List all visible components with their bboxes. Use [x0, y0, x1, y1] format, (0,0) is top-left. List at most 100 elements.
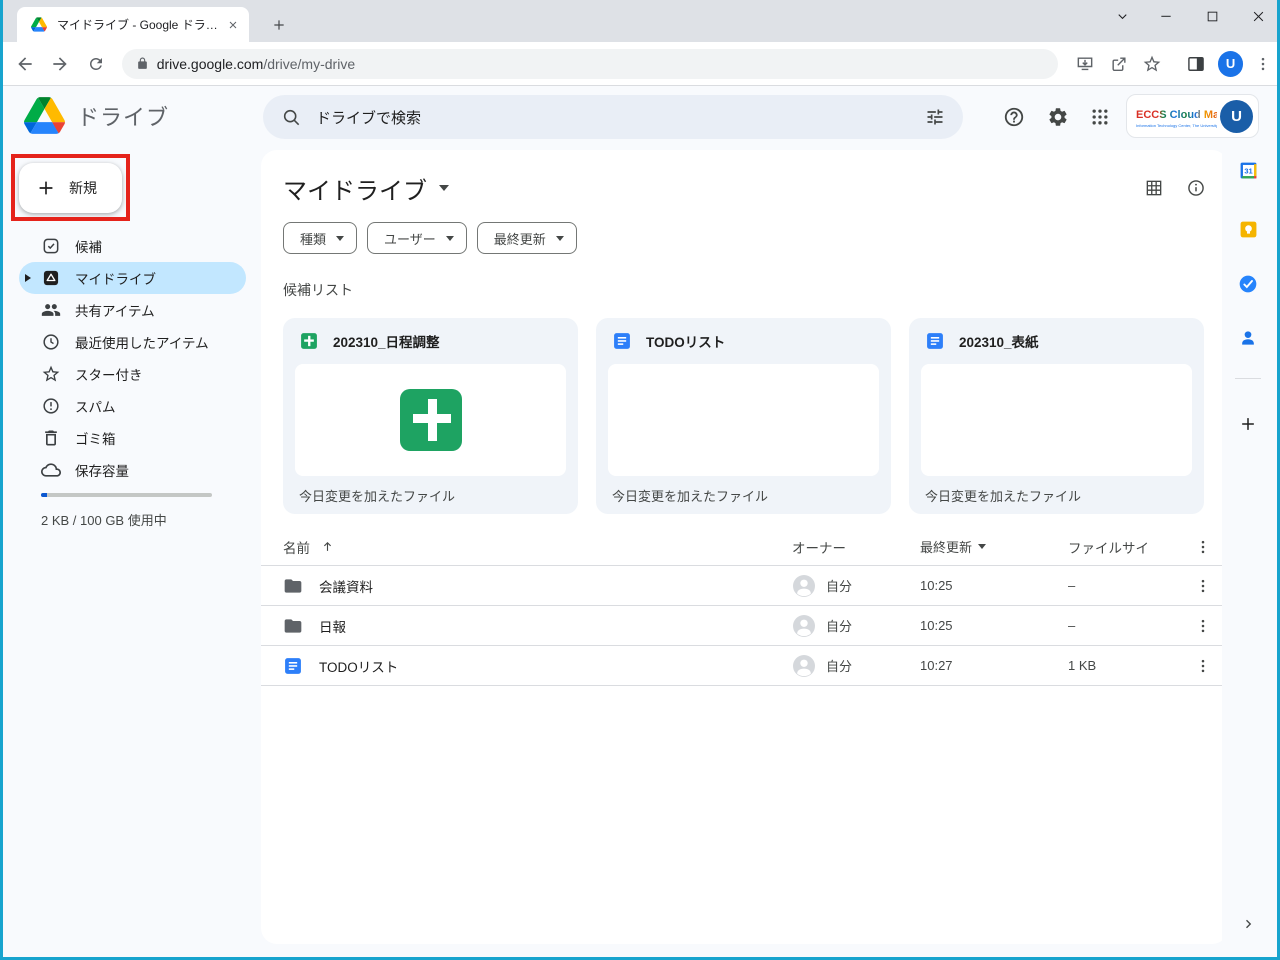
- workspace-side-panel: 31: [1222, 150, 1274, 954]
- window-minimize-button[interactable]: [1151, 2, 1181, 30]
- browser-profile-avatar[interactable]: U: [1218, 51, 1244, 77]
- sidebar-item-trash[interactable]: ゴミ箱: [6, 422, 246, 454]
- filter-chip-modified[interactable]: 最終更新: [477, 222, 577, 254]
- back-button[interactable]: [11, 50, 39, 78]
- bookmark-star-icon[interactable]: [1139, 50, 1167, 78]
- row-menu-icon[interactable]: [1178, 577, 1228, 595]
- add-addon-icon[interactable]: [1232, 408, 1264, 440]
- file-preview: [921, 364, 1192, 476]
- people-icon: [41, 300, 61, 320]
- sheets-thumbnail-icon: [400, 389, 462, 451]
- svg-text:31: 31: [1244, 166, 1252, 175]
- drive-favicon: [31, 17, 47, 32]
- owner-avatar-icon: [792, 654, 816, 678]
- sidebar-item-my-drive[interactable]: マイドライブ: [19, 262, 246, 294]
- column-header-name[interactable]: 名前: [283, 537, 792, 557]
- browser-menu-icon[interactable]: [1249, 50, 1277, 78]
- calendar-icon[interactable]: 31: [1232, 154, 1264, 186]
- sidebar-item-recent[interactable]: 最近使用したアイテム: [6, 326, 246, 358]
- table-row[interactable]: 会議資料 自分 10:25 –: [261, 566, 1228, 606]
- search-icon[interactable]: [281, 107, 302, 128]
- owner-avatar-icon: [792, 614, 816, 638]
- window-maximize-button[interactable]: [1197, 2, 1227, 30]
- drive-logo-icon: [24, 97, 65, 134]
- account-avatar[interactable]: U: [1220, 100, 1253, 133]
- tab-search-chevron-icon[interactable]: [1107, 2, 1137, 30]
- suggestion-cards: 202310_日程調整 今日変更を加えたファイル TODOリスト 今日変更を加え…: [283, 318, 1204, 514]
- sidebar-item-suggested[interactable]: 候補: [6, 230, 246, 262]
- storage-progress-fill: [41, 493, 47, 497]
- docs-file-icon: [283, 656, 303, 676]
- column-header-modified[interactable]: 最終更新: [920, 537, 1068, 556]
- new-tab-button[interactable]: [265, 11, 293, 39]
- folder-icon: [283, 576, 303, 596]
- reload-button[interactable]: [82, 50, 110, 78]
- info-icon[interactable]: [1186, 178, 1206, 198]
- sort-ascending-icon: [320, 539, 335, 554]
- new-button[interactable]: 新規: [19, 163, 122, 213]
- tasks-icon[interactable]: [1232, 268, 1264, 300]
- column-header-size[interactable]: ファイルサイ: [1068, 537, 1178, 557]
- row-menu-icon[interactable]: [1178, 617, 1228, 635]
- title-dropdown-icon[interactable]: [439, 185, 449, 191]
- owner-avatar-icon: [792, 574, 816, 598]
- docs-file-icon: [925, 331, 945, 351]
- hide-side-panel-chevron-icon[interactable]: [1236, 912, 1260, 936]
- help-icon[interactable]: [994, 97, 1034, 137]
- table-row[interactable]: TODOリスト 自分 10:27 1 KB: [261, 646, 1228, 686]
- filter-chip-type[interactable]: 種類: [283, 222, 357, 254]
- folder-icon: [283, 616, 303, 636]
- search-placeholder: ドライブで検索: [316, 107, 925, 128]
- docs-file-icon: [612, 331, 632, 351]
- share-icon[interactable]: [1105, 50, 1133, 78]
- suggestion-reason: 今日変更を加えたファイル: [283, 476, 578, 514]
- settings-gear-icon[interactable]: [1038, 97, 1078, 137]
- approval-check-icon: [41, 236, 61, 256]
- keep-icon[interactable]: [1232, 213, 1264, 245]
- suggestion-card[interactable]: TODOリスト 今日変更を加えたファイル: [596, 318, 891, 514]
- sidebar-item-shared[interactable]: 共有アイテム: [6, 294, 246, 326]
- suggestion-reason: 今日変更を加えたファイル: [596, 476, 891, 514]
- filter-chip-people[interactable]: ユーザー: [367, 222, 467, 254]
- suggestion-card[interactable]: 202310_日程調整 今日変更を加えたファイル: [283, 318, 578, 514]
- clock-icon: [41, 332, 61, 352]
- chevron-down-icon: [336, 236, 344, 241]
- table-options-icon[interactable]: [1178, 538, 1228, 556]
- url-bar[interactable]: drive.google.com/drive/my-drive: [122, 49, 1058, 79]
- window-close-button[interactable]: [1243, 2, 1273, 30]
- page-title: マイドライブ: [283, 171, 427, 206]
- contacts-icon[interactable]: [1232, 322, 1264, 354]
- expand-arrow-icon[interactable]: [25, 274, 31, 282]
- install-app-icon[interactable]: [1072, 50, 1100, 78]
- account-chip[interactable]: ECCS Cloud Mail Information Technology C…: [1126, 94, 1259, 138]
- grid-view-icon[interactable]: [1144, 178, 1164, 198]
- browser-tab[interactable]: マイドライブ - Google ドライブ: [17, 7, 249, 42]
- cloud-icon: [41, 460, 61, 480]
- forward-button[interactable]: [47, 50, 75, 78]
- sidebar-item-starred[interactable]: スター付き: [6, 358, 246, 390]
- search-bar[interactable]: ドライブで検索: [263, 95, 963, 139]
- file-preview: [295, 364, 566, 476]
- sidebar-item-storage[interactable]: 保存容量: [6, 454, 246, 486]
- dropdown-triangle-icon: [978, 544, 986, 549]
- table-header-row: 名前 オーナー 最終更新 ファイルサイ: [261, 528, 1228, 566]
- drive-header: ドライブ ドライブで検索 ECCS Cloud Mail Information…: [6, 87, 1274, 150]
- apps-grid-icon[interactable]: [1080, 97, 1120, 137]
- drive-brand[interactable]: ドライブ: [24, 97, 169, 134]
- side-panel-icon[interactable]: [1182, 50, 1210, 78]
- drive-app-name: ドライブ: [77, 100, 169, 132]
- drive-sidebar: 新規 候補 マイドライブ 共有アイテム 最近使用したアイテム: [6, 150, 261, 954]
- sidebar-item-spam[interactable]: スパム: [6, 390, 246, 422]
- search-options-icon[interactable]: [925, 107, 945, 127]
- table-row[interactable]: 日報 自分 10:25 –: [261, 606, 1228, 646]
- url-text: drive.google.com/drive/my-drive: [157, 56, 355, 72]
- eccs-brand-subtext: Information Technology Center, The Unive…: [1136, 123, 1217, 128]
- file-table: 名前 オーナー 最終更新 ファイルサイ 会議資料 自分 10:25 – 日報 自…: [261, 528, 1228, 686]
- column-header-owner[interactable]: オーナー: [792, 537, 920, 557]
- row-menu-icon[interactable]: [1178, 657, 1228, 675]
- suggestions-heading: 候補リスト: [283, 280, 353, 300]
- tab-close-icon[interactable]: [227, 19, 239, 31]
- filter-chips: 種類 ユーザー 最終更新: [283, 222, 577, 254]
- eccs-logo: ECCS Cloud Mail Information Technology C…: [1136, 105, 1217, 128]
- suggestion-card[interactable]: 202310_表紙 今日変更を加えたファイル: [909, 318, 1204, 514]
